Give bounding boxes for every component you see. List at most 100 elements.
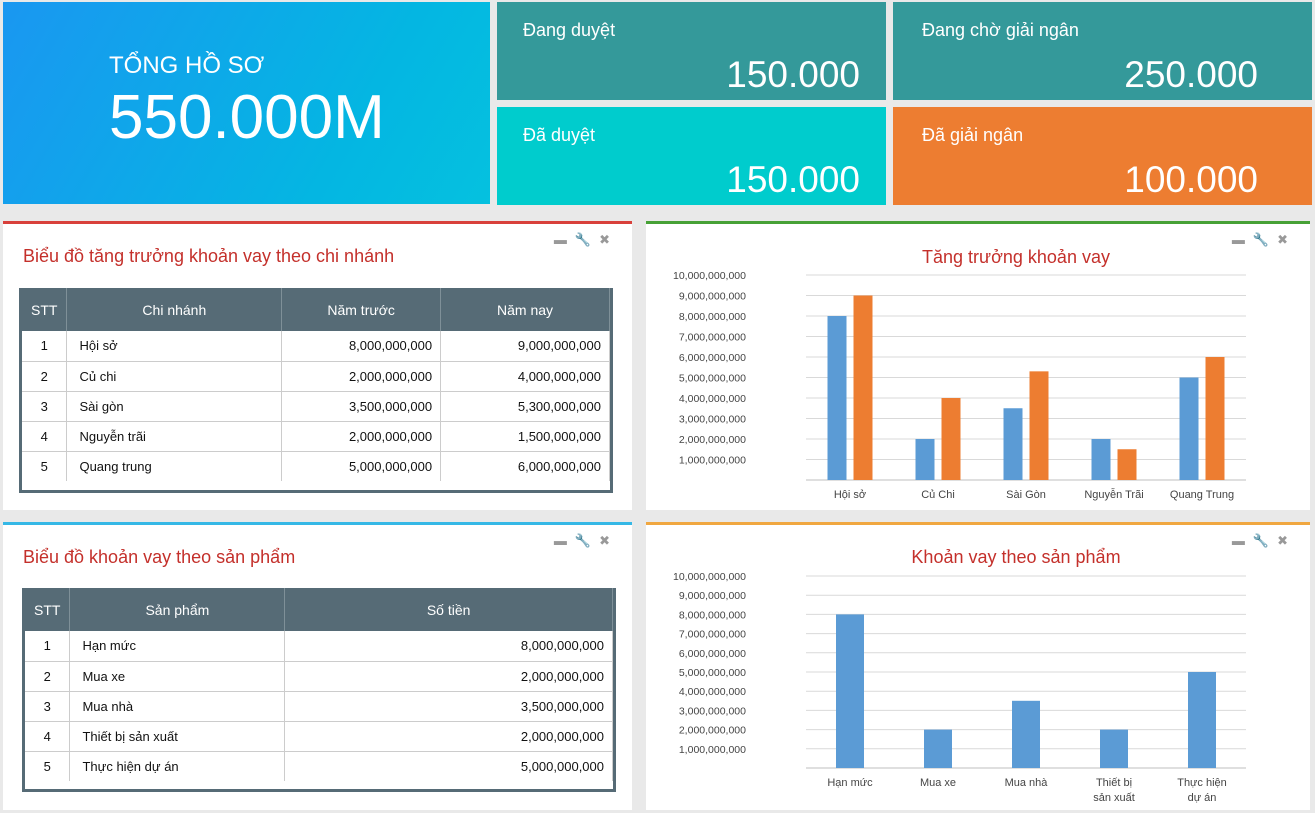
- y-tick-label: 5,000,000,000: [679, 373, 746, 385]
- column-header: Sản phẩm: [69, 588, 286, 631]
- bar: [836, 614, 864, 768]
- y-tick-label: 7,000,000,000: [679, 332, 746, 344]
- x-tick-label: Củ Chi: [921, 489, 955, 501]
- table-cell: 5,000,000,000: [284, 751, 613, 781]
- table-cell: 2: [22, 361, 68, 392]
- table-cell: 4: [25, 721, 71, 752]
- table-cell: 5,000,000,000: [281, 451, 442, 481]
- x-tick-label: Hội sở: [834, 489, 866, 501]
- x-tick-label: sản xuất: [1093, 792, 1135, 804]
- column-header: Năm trước: [281, 288, 442, 331]
- bar: [941, 398, 961, 480]
- table-cell: 2,000,000,000: [284, 721, 613, 752]
- table-cell: 2: [25, 661, 71, 692]
- table-cell: 4,000,000,000: [440, 361, 610, 392]
- bar: [1091, 439, 1111, 480]
- reviewing-label: Đang duyệt: [523, 20, 616, 40]
- bar: [1117, 449, 1137, 480]
- branch-chart-panel: ▬🔧✖ Tăng trưởng khoản vay 10,000,000,000 9…: [646, 221, 1310, 510]
- table-cell: Củ chi: [66, 361, 283, 392]
- table-cell: Thiết bị sản xuất: [69, 721, 286, 752]
- table-cell: 5: [22, 451, 68, 481]
- pending-disbursement-value: 250.000: [1124, 54, 1258, 95]
- x-tick-label: Mua nhà: [1005, 777, 1049, 789]
- y-tick-label: 9,000,000,000: [679, 291, 746, 303]
- y-tick-label: 7,000,000,000: [679, 629, 746, 641]
- table-cell: Hội sở: [66, 331, 283, 362]
- reviewing-value: 150.000: [726, 54, 860, 95]
- bar: [1179, 377, 1199, 480]
- product-table-panel: Biểu đồ khoản vay theo sản phẩm ▬🔧✖ STT S…: [3, 522, 632, 810]
- table-cell: 2,000,000,000: [281, 361, 442, 392]
- wrench-icon[interactable]: 🔧: [575, 533, 599, 548]
- table-cell: 9,000,000,000: [440, 331, 610, 362]
- x-tick-label: Sài Gòn: [1006, 489, 1046, 501]
- y-tick-label: 3,000,000,000: [679, 705, 746, 717]
- approved-tile: Đã duyệt 150.000: [497, 107, 886, 205]
- x-tick-label: dự án: [1188, 792, 1217, 804]
- total-files-tile: TỔNG HỒ SƠ 550.000M: [3, 2, 490, 204]
- minimize-icon[interactable]: ▬: [554, 533, 575, 548]
- table-cell: Mua xe: [69, 661, 286, 692]
- wrench-icon[interactable]: 🔧: [575, 232, 599, 247]
- y-tick-label: 6,000,000,000: [679, 352, 746, 364]
- table-cell: 1: [25, 631, 71, 662]
- table-cell: 3,500,000,000: [284, 691, 613, 722]
- table-cell: 3,500,000,000: [281, 391, 442, 422]
- x-tick-label: Quang Trung: [1170, 489, 1234, 501]
- product-loan-chart: Khoản vay theo sản phẩm 10,000,000,000 9,0…: [673, 547, 1246, 804]
- close-icon[interactable]: ✖: [599, 533, 618, 548]
- column-header: STT: [25, 588, 71, 631]
- table-cell: 3: [25, 691, 71, 722]
- close-icon[interactable]: ✖: [599, 232, 618, 247]
- y-tick-label: 3,000,000,000: [679, 414, 746, 426]
- table-row: 4 Nguyễn trãi 2,000,000,000 1,500,000,000: [22, 421, 610, 452]
- table-row: 2 Mua xe 2,000,000,000: [25, 661, 613, 692]
- column-header: Chi nhánh: [66, 288, 283, 331]
- table-cell: 5,300,000,000: [440, 391, 610, 422]
- pending-disbursement-label: Đang chờ giải ngân: [922, 20, 1079, 40]
- table-row: 1 Hội sở 8,000,000,000 9,000,000,000: [22, 331, 610, 362]
- bar: [1012, 700, 1040, 768]
- product-panel-title: Biểu đồ khoản vay theo sản phẩm: [23, 547, 296, 567]
- bar: [1188, 672, 1216, 768]
- y-tick-label: 1,000,000,000: [679, 744, 746, 756]
- table-cell: Mua nhà: [69, 691, 286, 722]
- table-cell: 2,000,000,000: [284, 661, 613, 692]
- chart-title: Khoản vay theo sản phẩm: [911, 547, 1120, 567]
- y-tick-label: 6,000,000,000: [679, 648, 746, 660]
- total-files-value: 550.000M: [109, 83, 385, 152]
- y-tick-label: 2,000,000,000: [679, 725, 746, 737]
- table-cell: Sài gòn: [66, 391, 283, 422]
- table-cell: 8,000,000,000: [281, 331, 442, 362]
- table-cell: 6,000,000,000: [440, 451, 610, 481]
- branch-table-wrap: STT Chi nhánh Năm trước Năm nay 1 Hội sở 8,000…: [19, 288, 613, 493]
- x-tick-label: Nguyễn Trãi: [1084, 488, 1143, 501]
- table-cell: 8,000,000,000: [284, 631, 613, 662]
- x-tick-label: Thực hiện: [1177, 777, 1227, 789]
- pending-disbursement-tile: Đang chờ giải ngân 250.000: [893, 2, 1312, 100]
- table-cell: 1: [22, 331, 68, 362]
- column-header: STT: [22, 288, 68, 331]
- y-tick-label: 9,000,000,000: [679, 590, 746, 602]
- approved-value: 150.000: [726, 159, 860, 200]
- table-row: 4 Thiết bị sản xuất 2,000,000,000: [25, 721, 613, 752]
- bar: [1100, 729, 1128, 768]
- bar: [1029, 371, 1049, 480]
- product-table-wrap: STT Sản phẩm Số tiền 1 Hạn mức 8,000,000,000 2…: [22, 588, 616, 792]
- bar: [827, 316, 847, 480]
- y-tick-label: 10,000,000,000: [673, 571, 746, 583]
- branch-table: STT Chi nhánh Năm trước Năm nay 1 Hội sở 8,000…: [22, 288, 610, 481]
- table-row: 5 Quang trung 5,000,000,000 6,000,000,000: [22, 451, 610, 481]
- minimize-icon[interactable]: ▬: [554, 232, 575, 247]
- bar: [853, 295, 873, 480]
- y-tick-label: 4,000,000,000: [679, 393, 746, 405]
- table-cell: Thực hiện dự án: [69, 751, 286, 781]
- table-row: 5 Thực hiện dự án 5,000,000,000: [25, 751, 613, 781]
- table-cell: Nguyễn trãi: [66, 421, 283, 452]
- branch-table-panel: Biểu đồ tăng trưởng khoản vay theo chi n…: [3, 221, 632, 510]
- chart-title: Tăng trưởng khoản vay: [922, 247, 1110, 267]
- column-header: Số tiền: [284, 588, 613, 631]
- table-cell: 2,000,000,000: [281, 421, 442, 452]
- bar: [1003, 408, 1023, 480]
